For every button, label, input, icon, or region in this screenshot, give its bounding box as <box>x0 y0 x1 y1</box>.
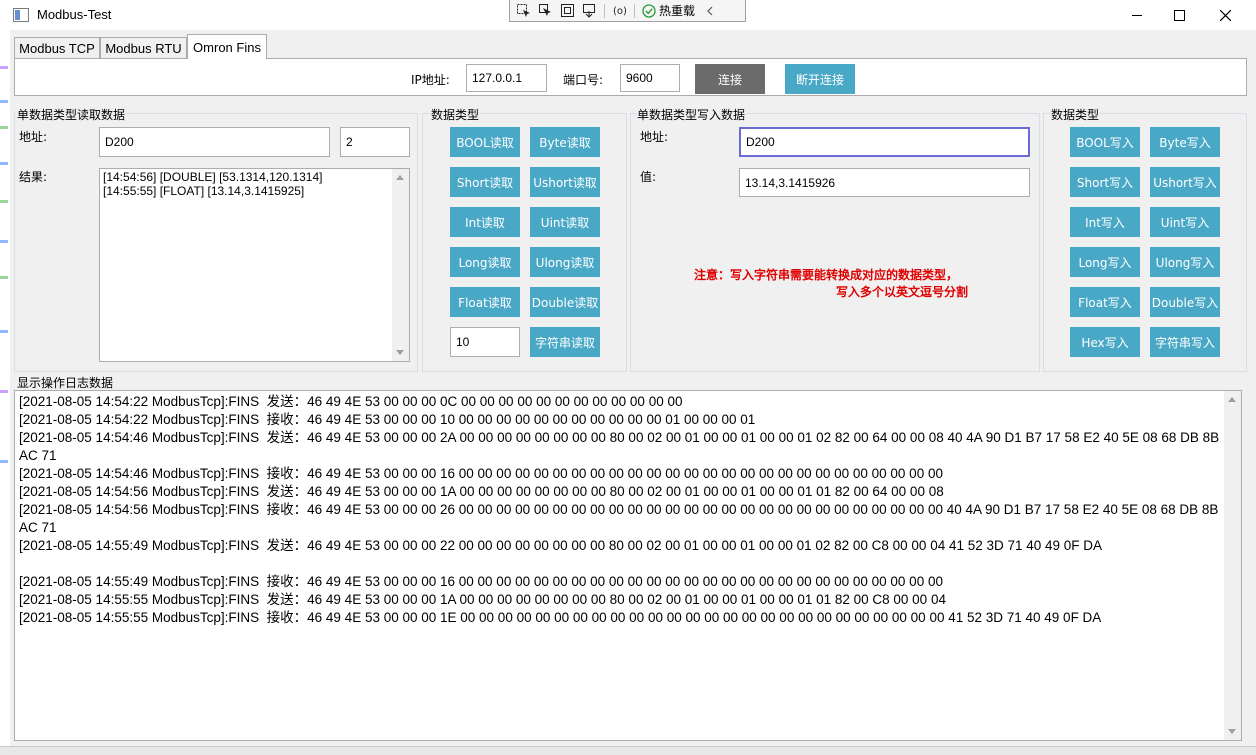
write-value-input[interactable]: 13.14,3.1415926 <box>739 168 1030 197</box>
write-value-label: 值: <box>640 170 657 184</box>
minimize-icon <box>1131 14 1142 16</box>
binding-icon[interactable]: (o) <box>612 3 627 18</box>
string-read-button[interactable]: 字符串读取 <box>530 327 600 357</box>
log-line: [2021-08-05 14:54:46 ModbusTcp]:FINS 发送：… <box>19 430 1223 463</box>
long-write-button[interactable]: Long写入 <box>1070 247 1140 277</box>
svg-text:(o): (o) <box>613 6 627 17</box>
minimize-button[interactable] <box>1114 0 1160 30</box>
log-line: [2021-08-05 14:54:22 ModbusTcp]:FINS 接收：… <box>19 412 756 427</box>
log-line: [2021-08-05 14:54:46 ModbusTcp]:FINS 接收：… <box>19 466 943 481</box>
read-address-input[interactable]: D200 <box>99 127 330 157</box>
check-circle-icon <box>642 3 656 18</box>
hex-write-button[interactable]: Hex写入 <box>1070 327 1140 357</box>
byte-read-button[interactable]: Byte读取 <box>530 127 600 157</box>
result-textbox[interactable]: [14:54:56] [DOUBLE] [53.1314,120.1314] [… <box>99 168 410 362</box>
scroll-down-icon[interactable] <box>1228 729 1236 734</box>
int-read-button[interactable]: Int读取 <box>450 207 520 237</box>
read-group-title: 单数据类型读取数据 <box>16 106 127 123</box>
bool-write-button[interactable]: BOOL写入 <box>1070 127 1140 157</box>
log-line: [2021-08-05 14:54:22 ModbusTcp]:FINS 发送：… <box>19 394 683 409</box>
disconnect-button[interactable]: 断开连接 <box>785 64 855 94</box>
maximize-icon <box>1173 9 1185 21</box>
ulong-write-button[interactable]: Ulong写入 <box>1150 247 1220 277</box>
log-line: [2021-08-05 14:55:49 ModbusTcp]:FINS 发送：… <box>19 538 1103 553</box>
write-types-title: 数据类型 <box>1050 106 1101 123</box>
connect-button[interactable]: 连接 <box>695 64 765 94</box>
int-write-button[interactable]: Int写入 <box>1070 207 1140 237</box>
string-length-input[interactable]: 10 <box>450 327 520 357</box>
tab-omron-fins[interactable]: Omron Fins <box>187 34 267 59</box>
log-line: [2021-08-05 14:54:56 ModbusTcp]:FINS 接收：… <box>19 502 1222 535</box>
tab-modbus-rtu[interactable]: Modbus RTU <box>100 37 187 58</box>
ip-input[interactable]: 127.0.0.1 <box>466 64 547 92</box>
app-icon <box>13 8 29 22</box>
log-title: 显示操作日志数据 <box>16 374 115 391</box>
uint-write-button[interactable]: Uint写入 <box>1150 207 1220 237</box>
ushort-write-button[interactable]: Ushort写入 <box>1150 167 1220 197</box>
toolbar-separator <box>604 3 605 18</box>
debug-toolbar: (o) 热重载 <box>509 0 746 22</box>
result-line: [14:55:55] [FLOAT] [13.14,3.1415925] <box>103 184 305 198</box>
hot-reload-indicator[interactable]: 热重载 <box>642 2 695 19</box>
cursor-icon[interactable] <box>538 3 553 18</box>
ushort-read-button[interactable]: Ushort读取 <box>530 167 600 197</box>
log-line: [2021-08-05 14:54:56 ModbusTcp]:FINS 发送：… <box>19 484 944 499</box>
byte-write-button[interactable]: Byte写入 <box>1150 127 1220 157</box>
float-write-button[interactable]: Float写入 <box>1070 287 1140 317</box>
toolbar-separator <box>634 3 635 18</box>
write-note-line1: 注意：写入字符串需要能转换成对应的数据类型， <box>694 268 959 282</box>
scroll-down-icon[interactable] <box>396 350 404 355</box>
short-write-button[interactable]: Short写入 <box>1070 167 1140 197</box>
window-title: Modbus-Test <box>37 7 112 22</box>
tab-label: Modbus TCP <box>19 40 95 56</box>
read-address-label: 地址: <box>19 130 48 144</box>
write-group-title: 单数据类型写入数据 <box>636 106 747 123</box>
scroll-up-icon[interactable] <box>396 175 404 180</box>
port-input[interactable]: 9600 <box>620 64 680 92</box>
maximize-button[interactable] <box>1156 0 1202 30</box>
scroll-up-icon[interactable] <box>1228 397 1236 402</box>
log-scrollbar[interactable] <box>1224 391 1241 740</box>
result-scrollbar[interactable] <box>392 169 409 361</box>
hot-reload-label: 热重载 <box>659 4 696 18</box>
bool-read-button[interactable]: BOOL读取 <box>450 127 520 157</box>
port-label: 端口号: <box>563 73 604 87</box>
select-element-icon[interactable] <box>516 3 531 18</box>
uint-read-button[interactable]: Uint读取 <box>530 207 600 237</box>
read-types-title: 数据类型 <box>430 106 481 123</box>
double-write-button[interactable]: Double写入 <box>1150 287 1220 317</box>
string-write-button[interactable]: 字符串写入 <box>1150 327 1220 357</box>
log-line: [2021-08-05 14:55:49 ModbusTcp]:FINS 接收：… <box>19 574 943 589</box>
write-note-line2: 写入多个以英文逗号分割 <box>836 285 969 299</box>
write-address-input[interactable]: D200 <box>739 127 1030 157</box>
ip-label: IP地址: <box>411 73 450 87</box>
read-length-input[interactable]: 2 <box>340 127 410 157</box>
collapse-chevron-icon[interactable] <box>702 3 717 18</box>
result-label: 结果: <box>19 170 48 184</box>
background-taskbar <box>0 746 1256 755</box>
log-line: [2021-08-05 14:55:55 ModbusTcp]:FINS 发送：… <box>19 592 946 607</box>
background-editor-strip <box>0 30 10 755</box>
ulong-read-button[interactable]: Ulong读取 <box>530 247 600 277</box>
track-focus-icon[interactable] <box>582 3 597 18</box>
float-read-button[interactable]: Float读取 <box>450 287 520 317</box>
close-icon <box>1219 9 1231 21</box>
log-line: [2021-08-05 14:55:55 ModbusTcp]:FINS 接收：… <box>19 610 1102 625</box>
short-read-button[interactable]: Short读取 <box>450 167 520 197</box>
close-button[interactable] <box>1202 0 1248 30</box>
tab-modbus-tcp[interactable]: Modbus TCP <box>14 37 100 58</box>
long-read-button[interactable]: Long读取 <box>450 247 520 277</box>
tab-label: Modbus RTU <box>105 40 182 56</box>
double-read-button[interactable]: Double读取 <box>530 287 600 317</box>
tab-label: Omron Fins <box>193 39 261 55</box>
result-line: [14:54:56] [DOUBLE] [53.1314,120.1314] <box>103 170 323 184</box>
adorner-icon[interactable] <box>560 3 575 18</box>
log-textbox[interactable]: [2021-08-05 14:54:22 ModbusTcp]:FINS 发送：… <box>14 390 1242 741</box>
write-address-label: 地址: <box>640 130 669 144</box>
